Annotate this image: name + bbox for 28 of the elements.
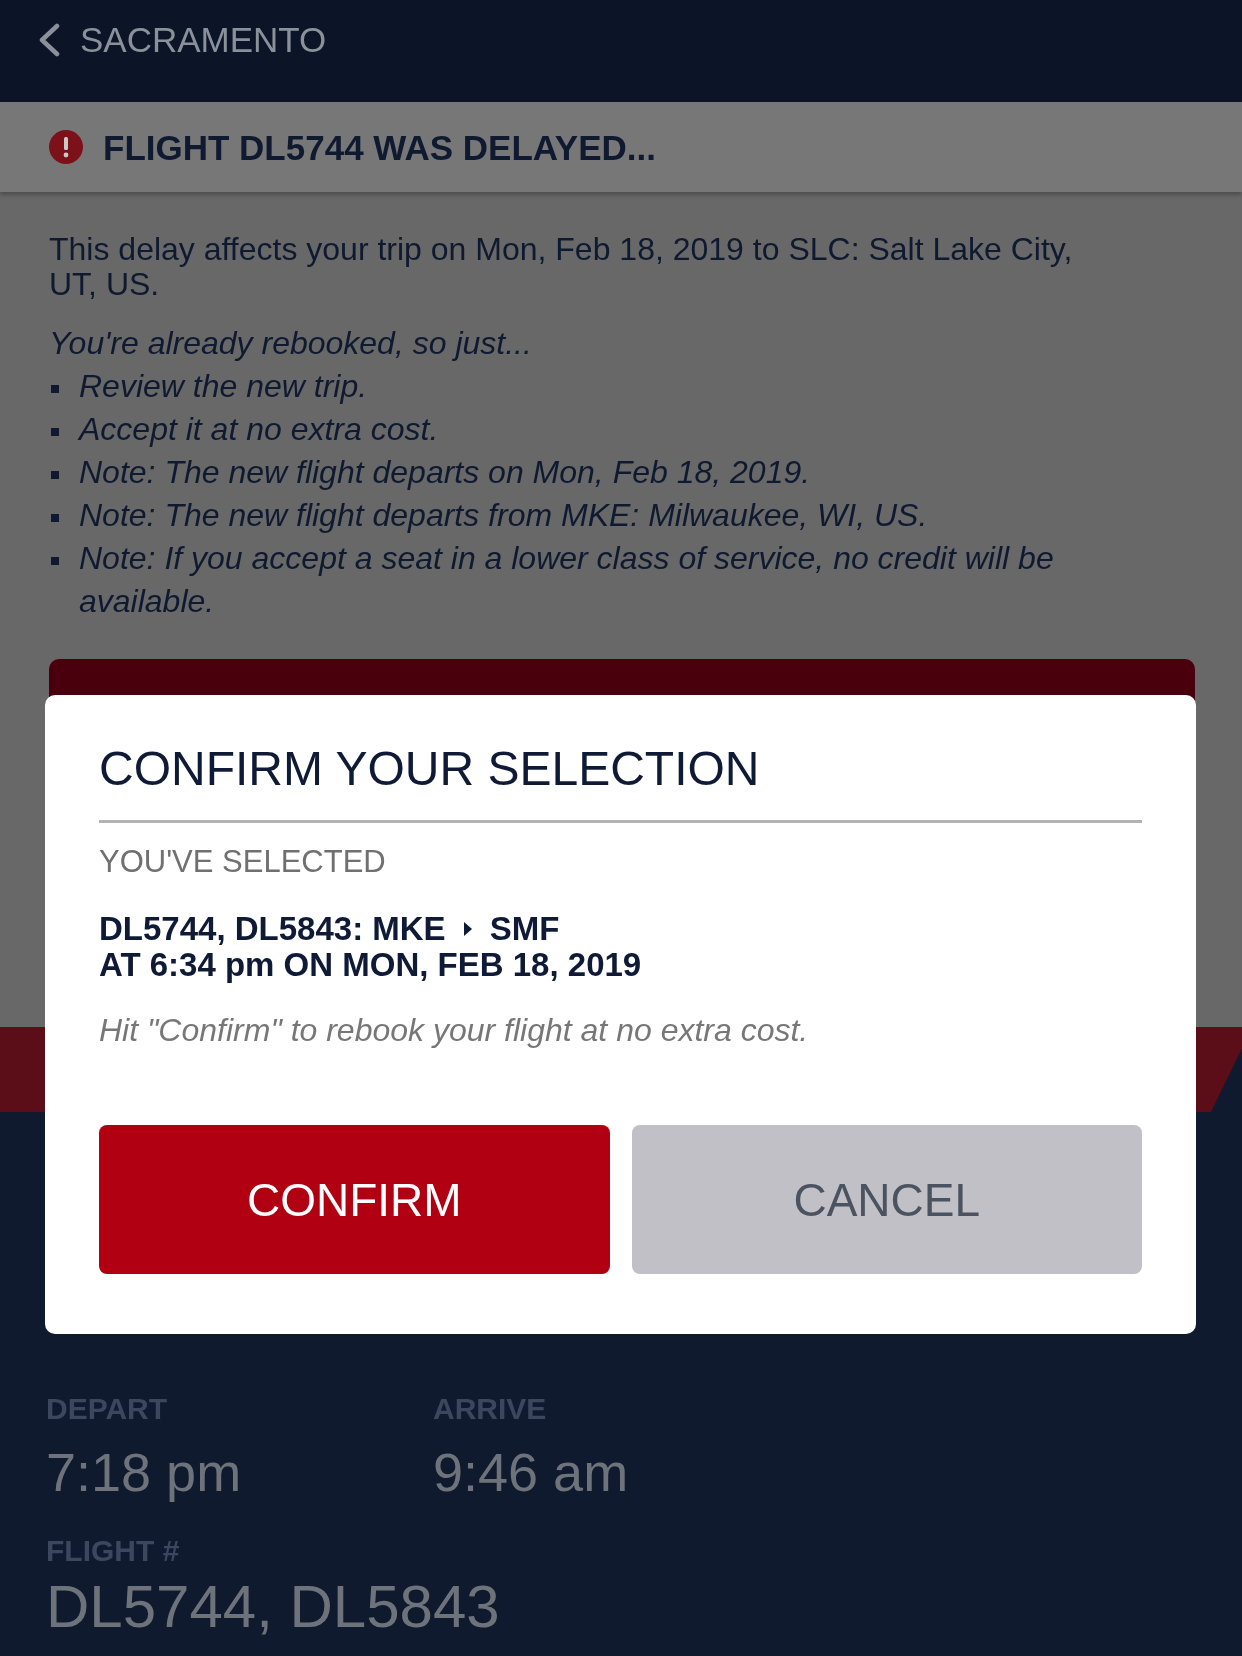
step-text: Review the new trip. xyxy=(79,367,368,406)
destination-text: SMF xyxy=(489,911,560,947)
time-value: 9:46 am xyxy=(433,1441,629,1504)
step-text: Note: The new flight departs from MKE: Milwaukee, WI, US. xyxy=(79,496,928,535)
bullet-icon xyxy=(51,428,59,436)
flight-value: DL5744, DL5843 xyxy=(46,1573,500,1641)
chevron-left-icon xyxy=(37,22,60,57)
bullet-icon xyxy=(51,471,59,479)
selection-label: YOU'VE SELECTED xyxy=(99,843,387,880)
exclamation-icon xyxy=(49,130,83,164)
lead-text: You're already rebooked, so just... xyxy=(49,324,533,363)
departure-time-text: AT 6:34 pm ON MON, FEB 18, 2019 xyxy=(99,947,643,983)
bullet-icon xyxy=(51,385,59,393)
cancel-button[interactable]: CANCEL xyxy=(631,1125,1142,1274)
caret-icon xyxy=(463,922,472,936)
step-text: Note: If you accept a seat in a lower class of service, no credit will be available. xyxy=(79,539,1055,621)
alert-title: FLIGHT DL5744 WAS DELAYED... xyxy=(103,129,656,165)
dialog-title: CONFIRM YOUR SELECTION xyxy=(99,741,761,797)
bullet-icon xyxy=(51,514,59,522)
back-button[interactable]: SACRAMENTO xyxy=(37,22,327,57)
step-text: Accept it at no extra cost. xyxy=(79,410,439,449)
step-text: Note: The new flight departs on Mon, Feb 18, 2019. xyxy=(79,453,811,492)
bullet-icon xyxy=(51,557,59,565)
confirm-button[interactable]: CONFIRM xyxy=(99,1125,610,1274)
time-value: 7:18 pm xyxy=(46,1441,242,1504)
route-text: DL5744, DL5843: MKE xyxy=(99,911,446,947)
hint-text: Hit "Confirm" to rebook your flight at no extra cost. xyxy=(99,1012,810,1048)
intro-text: This delay affects your trip on Mon, Feb 18, 2019 to SLC: Salt Lake City, UT, US. xyxy=(49,232,1074,302)
